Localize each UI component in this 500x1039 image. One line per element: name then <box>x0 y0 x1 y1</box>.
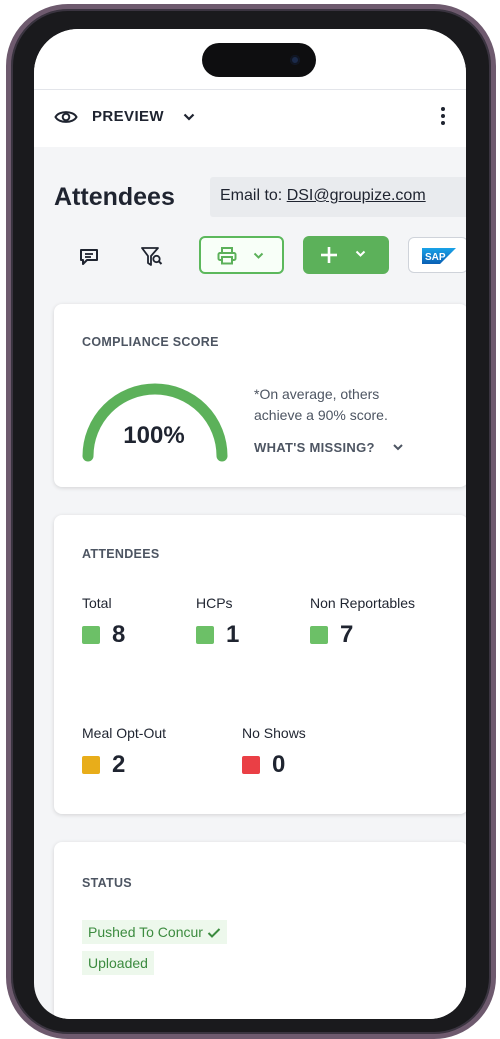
stat-value-hcps: 1 <box>226 621 240 648</box>
stat-swatch-total <box>82 626 100 644</box>
card-title: STATUS <box>82 876 132 890</box>
chevron-down-icon <box>253 252 264 259</box>
svg-text:SAP: SAP <box>425 252 446 263</box>
preview-bar: PREVIEW <box>34 90 466 146</box>
stat-swatch-non-reportables <box>310 626 328 644</box>
phone-screen: PREVIEW Attendees Email to: DSI@groupize… <box>34 29 466 1019</box>
compliance-score-value: 100% <box>123 422 185 449</box>
status-card: STATUS Pushed To Concur Uploaded <box>54 842 466 1019</box>
email-address-link[interactable]: DSI@groupize.com <box>287 187 426 204</box>
stat-value-no-shows: 0 <box>272 751 286 778</box>
camera-notch <box>202 43 316 77</box>
compliance-card: COMPLIANCE SCORE 100% *On average, other… <box>54 304 466 487</box>
stat-value-non-reportables: 7 <box>340 621 354 648</box>
stat-value-total: 8 <box>112 621 126 648</box>
status-label: Uploaded <box>88 955 148 971</box>
note-line: achieve a 90% score. <box>254 407 388 423</box>
compliance-gauge <box>82 383 228 462</box>
stat-value-meal-opt-out: 2 <box>112 751 126 778</box>
print-button[interactable] <box>199 236 284 274</box>
stat-label-hcps: HCPs <box>196 595 233 611</box>
chevron-down-icon[interactable] <box>392 441 404 453</box>
page-title: Attendees <box>54 183 175 211</box>
printer-icon <box>217 247 237 265</box>
email-to-field[interactable]: Email to: DSI@groupize.com <box>210 177 466 217</box>
plus-icon <box>321 247 337 263</box>
camera-icon <box>290 55 300 65</box>
whats-missing-link[interactable]: WHAT'S MISSING? <box>254 440 375 455</box>
average-note: *On average, others achieve a 90% score. <box>254 384 424 426</box>
stat-label-no-shows: No Shows <box>242 725 306 741</box>
chevron-down-icon[interactable] <box>182 110 196 124</box>
stat-swatch-hcps <box>196 626 214 644</box>
preview-dropdown-label[interactable]: PREVIEW <box>92 108 164 125</box>
eye-icon <box>54 111 78 123</box>
stat-swatch-meal-opt-out <box>82 756 100 774</box>
comment-icon[interactable] <box>79 248 99 266</box>
filter-search-icon[interactable] <box>140 246 164 268</box>
kebab-menu-icon[interactable] <box>440 107 446 129</box>
status-label: Pushed To Concur <box>88 924 203 940</box>
stat-label-meal-opt-out: Meal Opt-Out <box>82 725 167 741</box>
note-line: *On average, others <box>254 386 380 402</box>
chevron-down-icon <box>355 250 366 257</box>
stat-label-non-reportables: Non Reportables <box>310 595 416 611</box>
card-title: COMPLIANCE SCORE <box>82 335 219 349</box>
sap-logo: SAP <box>422 248 456 264</box>
stat-swatch-no-shows <box>242 756 260 774</box>
status-pill: Uploaded <box>82 951 154 975</box>
card-title: ATTENDEES <box>82 547 160 561</box>
email-label: Email to: <box>220 187 287 204</box>
attendees-card: ATTENDEES Total 8 HCPs 1 Non Reportables… <box>54 515 466 814</box>
sap-button[interactable]: SAP <box>408 237 466 273</box>
status-pill: Pushed To Concur <box>82 920 227 944</box>
check-icon <box>207 928 221 939</box>
add-button[interactable] <box>303 236 389 274</box>
stat-label-total: Total <box>82 595 112 611</box>
